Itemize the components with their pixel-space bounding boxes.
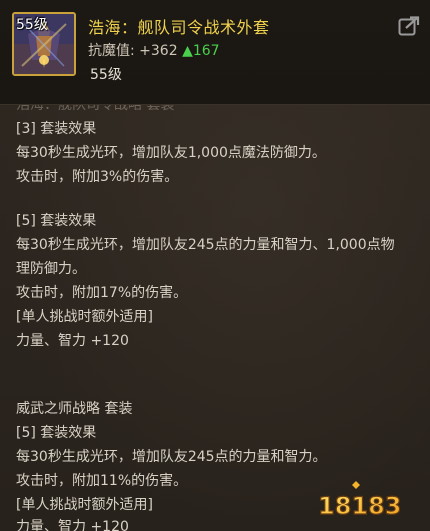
set-bonus-effect: 每30秒生成光环，增加队友245点的力量和智力。 <box>16 449 327 465</box>
stat-label: 抗魔值: <box>88 43 135 59</box>
item-level-badge: 55级 <box>16 17 48 33</box>
set-bonus-effect: 攻击时，附加3%的伤害。 <box>16 169 179 185</box>
svg-text:18183: 18183 <box>318 492 402 520</box>
item-header: 55级 浩海：舰队司令战术外套 抗魔值: +362 ▲167 55级 <box>0 0 430 105</box>
solo-bonus-value: 力量、智力 +120 <box>16 519 129 531</box>
solo-bonus-note: [单人挑战时额外适用] <box>16 309 153 325</box>
set-bonus-effect: 理防御力。 <box>16 261 86 277</box>
set-bonus-effect: 每30秒生成光环，增加队友245点的力量和智力、1,000点物 <box>16 237 395 253</box>
set-bonus-effect: 攻击时，附加17%的伤害。 <box>16 285 188 301</box>
item-tooltip-panel: 55级 浩海：舰队司令战术外套 抗魔值: +362 ▲167 55级 浩海：舰队… <box>0 0 430 531</box>
set-bonus-heading: [5] 套装效果 <box>16 425 97 441</box>
stat-row: 抗魔值: +362 ▲167 <box>88 40 220 60</box>
set-bonus-effect: 每30秒生成光环，增加队友1,000点魔法防御力。 <box>16 145 326 161</box>
required-level: 55级 <box>90 67 122 83</box>
share-icon[interactable] <box>398 15 420 37</box>
set-title: 威武之师战略 套装 <box>16 401 133 417</box>
item-icon-frame[interactable]: 55级 <box>12 12 76 76</box>
item-name: 浩海：舰队司令战术外套 <box>88 18 270 37</box>
logo-18183: 18183 <box>317 481 402 521</box>
solo-bonus-value: 力量、智力 +120 <box>16 333 129 349</box>
set-bonus-heading: [5] 套装效果 <box>16 213 97 229</box>
solo-bonus-note: [单人挑战时额外适用] <box>16 497 153 513</box>
set-bonus-heading: [3] 套装效果 <box>16 121 97 137</box>
stat-bonus: ▲167 <box>182 43 220 59</box>
set-bonus-effect: 攻击时，附加11%的伤害。 <box>16 473 188 489</box>
stat-value: +362 <box>139 43 178 59</box>
